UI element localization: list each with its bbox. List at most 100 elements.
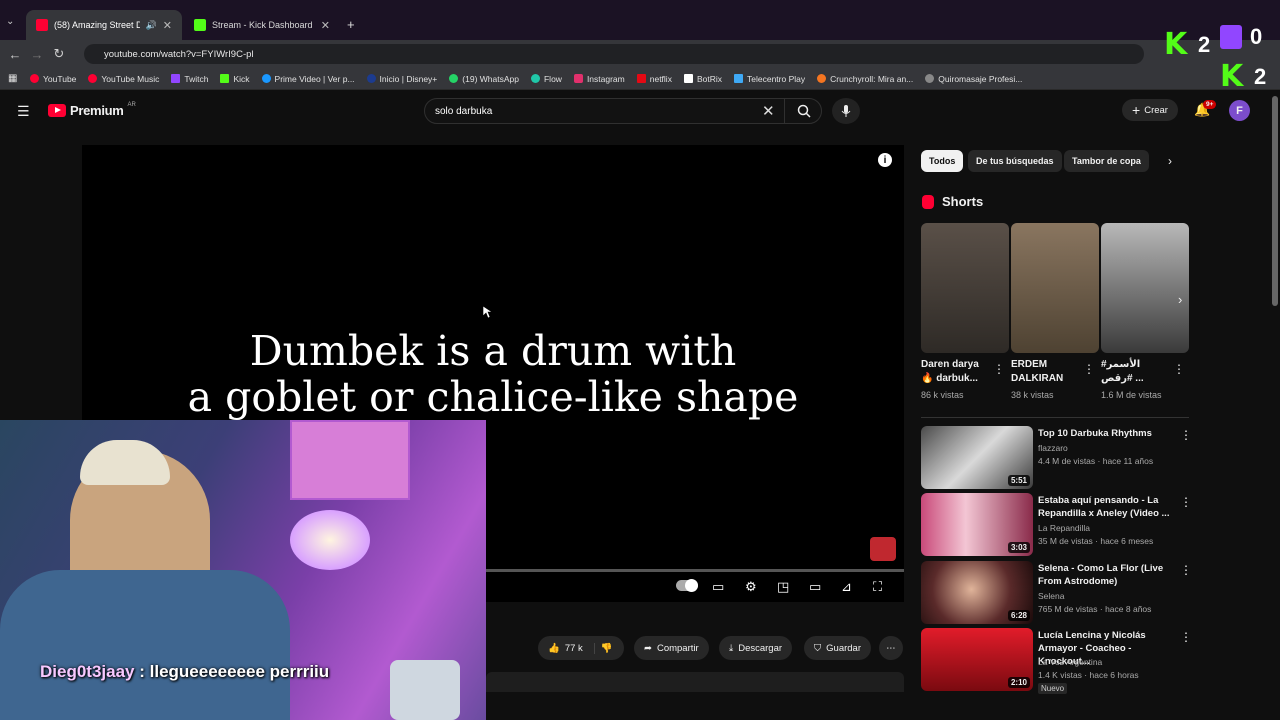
close-tab-icon[interactable]: ✕ xyxy=(321,19,330,32)
scrollbar-thumb[interactable] xyxy=(1272,96,1278,306)
chat-username: Dieg0t3jaay xyxy=(40,662,135,681)
cast-icon[interactable]: ⊿ xyxy=(841,579,852,595)
short-thumbnail[interactable] xyxy=(921,223,1009,353)
youtube-logo[interactable]: Premium AR xyxy=(48,102,136,118)
progress-bar[interactable] xyxy=(486,569,904,572)
bookmark-flow[interactable]: Flow xyxy=(530,74,562,84)
more-options-icon[interactable]: ⋮ xyxy=(993,362,1005,376)
mouse-cursor-icon xyxy=(482,305,492,319)
info-icon[interactable]: i xyxy=(878,153,892,167)
chevron-right-icon[interactable]: › xyxy=(1168,154,1172,168)
subscribe-watermark[interactable] xyxy=(870,537,896,561)
more-options-icon[interactable]: ⋮ xyxy=(1180,630,1192,644)
new-badge: Nuevo xyxy=(1038,683,1068,694)
short-thumbnail[interactable] xyxy=(1101,223,1189,353)
bookmark-crunchyroll[interactable]: Crunchyroll: Mira an... xyxy=(817,74,913,84)
more-options-icon[interactable]: ⋮ xyxy=(1180,563,1192,577)
short-title[interactable]: #الأسمر #رقص ... xyxy=(1101,358,1173,386)
bookmark-kick[interactable]: Kick xyxy=(220,74,250,84)
reload-button[interactable]: ↻ xyxy=(48,46,70,62)
video-thumbnail[interactable]: 6:28 xyxy=(921,561,1033,624)
video-thumbnail[interactable]: 2:10 xyxy=(921,628,1033,691)
video-actions: 👍 77 k 👎 ➦ Compartir ⤓ Descargar ⛉ Guard… xyxy=(486,636,904,660)
more-options-icon[interactable]: ⋮ xyxy=(1173,362,1185,376)
more-options-icon[interactable]: ⋮ xyxy=(1083,362,1095,376)
video-caption: Dumbek is a drum with a goblet or chalic… xyxy=(82,328,904,420)
speaker-icon: 🔊 xyxy=(145,19,157,30)
short-title[interactable]: ERDEM DALKIRAN xyxy=(1011,358,1083,386)
wall-poster xyxy=(290,420,410,500)
download-button[interactable]: ⤓ Descargar xyxy=(719,636,793,660)
search-icon xyxy=(797,104,811,118)
shorts-icon xyxy=(922,194,934,209)
bookmark-netflix[interactable]: netflix xyxy=(636,74,672,84)
tab-youtube[interactable]: (58) Amazing Street Doumb 🔊 ✕ xyxy=(26,10,182,40)
short-views: 86 k vistas xyxy=(921,390,964,400)
miniplayer-icon[interactable]: ◳ xyxy=(777,579,789,595)
browser-tab-bar: ⌄ (58) Amazing Street Doumb 🔊 ✕ Stream -… xyxy=(0,0,1280,40)
video-title[interactable]: Top 10 Darbuka Rhythms xyxy=(1038,427,1178,440)
autoplay-toggle[interactable] xyxy=(676,579,698,592)
video-meta: 1.4 K vistas · hace 6 horas xyxy=(1038,670,1139,680)
dislike-icon[interactable]: 👎 xyxy=(593,642,613,654)
save-button[interactable]: ⛉ Guardar xyxy=(804,636,871,660)
more-options-icon[interactable]: ⋮ xyxy=(1180,495,1192,509)
forward-button[interactable]: → xyxy=(26,47,48,62)
bookmark-twitch[interactable]: Twitch xyxy=(171,74,208,84)
theater-mode-icon[interactable]: ▭ xyxy=(809,579,821,595)
duration-badge: 6:28 xyxy=(1007,610,1030,621)
bookmark-whatsapp[interactable]: (19) WhatsApp xyxy=(449,74,519,84)
bookmark-botrix[interactable]: BotRix xyxy=(683,74,722,84)
short-title[interactable]: Daren darya 🔥 darbuk... xyxy=(921,358,993,386)
tab-list-icon[interactable]: ⌄ xyxy=(6,16,14,27)
description-box[interactable] xyxy=(486,672,904,692)
clear-search-icon[interactable]: ✕ xyxy=(762,102,775,120)
save-label: Guardar xyxy=(826,642,861,654)
voice-search-button[interactable] xyxy=(832,98,860,124)
bookmark-disney[interactable]: Inicio | Disney+ xyxy=(366,74,437,84)
url-field[interactable]: youtube.com/watch?v=FYIWrI9C-pl xyxy=(84,44,1144,64)
bookmark-instagram[interactable]: Instagram xyxy=(573,74,625,84)
back-button[interactable]: ← xyxy=(4,47,26,62)
subtitles-icon[interactable]: ▭ xyxy=(712,579,724,595)
more-actions-button[interactable]: ⋯ xyxy=(879,636,903,660)
player-controls: ▭ ⚙ ◳ ▭ ⊿ ⛶ xyxy=(486,569,904,602)
short-thumbnail[interactable] xyxy=(1011,223,1099,353)
bookmark-youtube-music[interactable]: YouTube Music xyxy=(88,74,159,84)
bookmark-telecentro[interactable]: Telecentro Play xyxy=(734,74,805,84)
channel-name[interactable]: Selena xyxy=(1038,591,1064,601)
video-title[interactable]: Selena - Como La Flor (Live From Astrodo… xyxy=(1038,562,1178,588)
settings-gear-icon[interactable]: ⚙ xyxy=(745,579,757,595)
fullscreen-icon[interactable]: ⛶ xyxy=(873,579,882,595)
video-title[interactable]: Estaba aquí pensando - La Repandilla x A… xyxy=(1038,494,1178,520)
tab-kick[interactable]: Stream - Kick Dashboard ✕ xyxy=(184,10,340,40)
shorts-next-icon[interactable]: › xyxy=(1178,292,1182,307)
more-options-icon[interactable]: ⋮ xyxy=(1180,428,1192,442)
channel-name[interactable]: flazzaro xyxy=(1038,443,1068,453)
avatar[interactable]: F xyxy=(1229,100,1250,121)
channel-name[interactable]: La Voz Argentina xyxy=(1038,657,1102,667)
channel-name[interactable]: La Repandilla xyxy=(1038,523,1090,533)
like-dislike-group: 👍 77 k 👎 xyxy=(538,636,624,660)
chip-de-tus-busquedas[interactable]: De tus búsquedas xyxy=(968,150,1062,172)
create-button[interactable]: + Crear xyxy=(1122,99,1178,121)
bookmark-prime-video[interactable]: Prime Video | Ver p... xyxy=(261,74,355,84)
short-views: 38 k vistas xyxy=(1011,390,1054,400)
like-icon[interactable]: 👍 xyxy=(548,643,560,654)
new-tab-button[interactable]: + xyxy=(347,17,355,32)
caption-line: Dumbek is a drum with xyxy=(249,327,737,375)
kick-count: 2 xyxy=(1254,64,1267,89)
avatar-letter: F xyxy=(1236,104,1243,117)
chip-tambor-de-copa[interactable]: Tambor de copa xyxy=(1064,150,1149,172)
like-count[interactable]: 77 k xyxy=(565,643,583,654)
bookmark-youtube[interactable]: YouTube xyxy=(30,74,76,84)
chip-todos[interactable]: Todos xyxy=(921,150,964,172)
share-button[interactable]: ➦ Compartir xyxy=(634,636,709,660)
search-button[interactable] xyxy=(784,98,822,124)
bookmark-quiromasaje[interactable]: Quiromasaje Profesi... xyxy=(925,74,1022,84)
apps-grid-icon[interactable]: ▦ xyxy=(8,73,17,84)
video-thumbnail[interactable]: 3:03 xyxy=(921,493,1033,556)
close-tab-icon[interactable]: ✕ xyxy=(163,19,172,32)
menu-icon[interactable]: ☰ xyxy=(17,103,30,120)
video-thumbnail[interactable]: 5:51 xyxy=(921,426,1033,489)
